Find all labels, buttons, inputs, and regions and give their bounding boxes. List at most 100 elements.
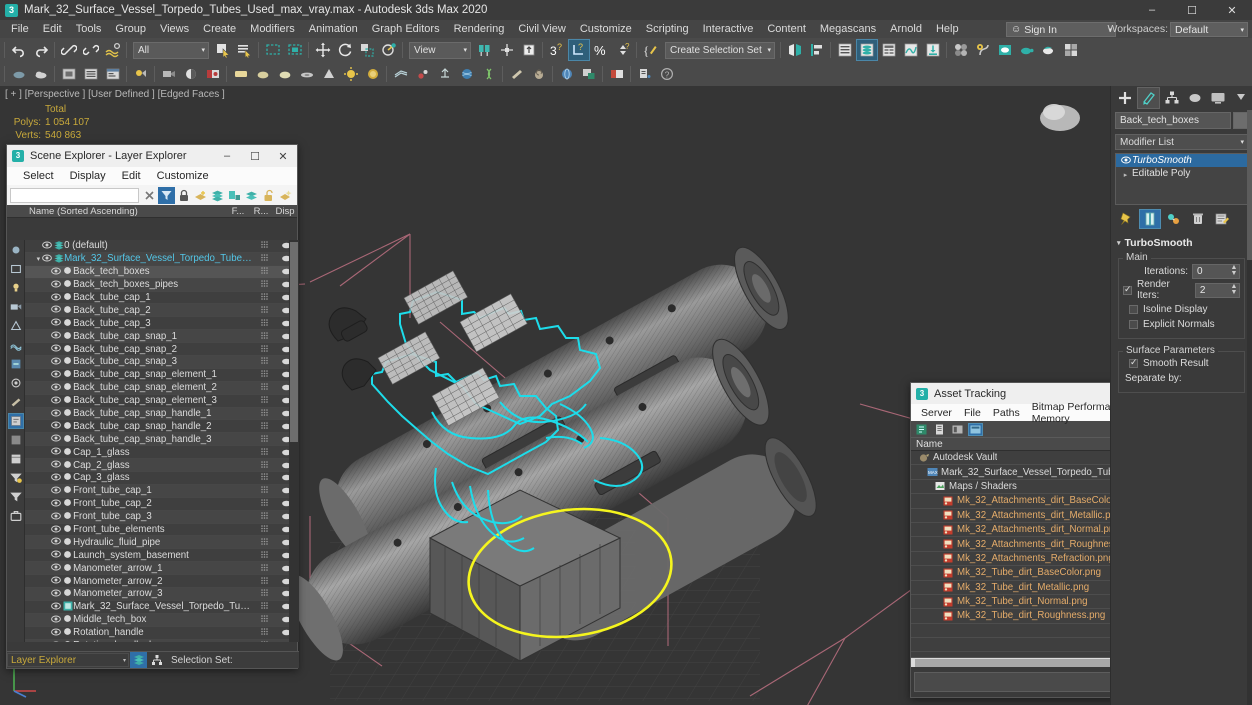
freeze-toggle-icon[interactable] <box>253 240 275 251</box>
window-crossing-toggle-icon[interactable] <box>284 39 306 61</box>
scene-explorer-maximize-button[interactable]: ☐ <box>241 145 269 167</box>
rollout-header[interactable]: ▾ TurboSmooth <box>1113 236 1250 250</box>
list-icon[interactable] <box>8 489 24 505</box>
camera-icon[interactable] <box>158 63 180 85</box>
select-and-rotate-icon[interactable] <box>334 39 356 61</box>
column-header-name[interactable]: Name (Sorted Ascending) <box>7 206 227 217</box>
cameras-icon[interactable] <box>8 299 24 315</box>
visibility-eye-icon[interactable] <box>49 473 62 483</box>
freeze-toggle-icon[interactable] <box>253 537 275 548</box>
highlight-layer-icon[interactable] <box>277 187 294 204</box>
unlock-icon[interactable] <box>260 187 277 204</box>
unlink-selection-icon[interactable] <box>80 39 102 61</box>
hierarchy-tab-icon[interactable] <box>1160 87 1183 109</box>
render-elements-icon[interactable] <box>202 63 224 85</box>
menu-item-create[interactable]: Create <box>196 21 243 37</box>
freeze-toggle-icon[interactable] <box>253 421 275 432</box>
scrollbar-thumb[interactable] <box>1247 110 1252 260</box>
bones-icon[interactable] <box>8 394 24 410</box>
scene-explorer-row[interactable]: Front_tube_cap_3 <box>25 510 299 524</box>
visibility-eye-icon[interactable] <box>49 357 62 367</box>
motion-tab-icon[interactable] <box>1183 87 1206 109</box>
layer-explorer-icon[interactable] <box>834 39 856 61</box>
toggle-ribbon-icon[interactable] <box>878 39 900 61</box>
scene-explorer-menu-display[interactable]: Display <box>62 169 114 183</box>
visibility-eye-icon[interactable] <box>49 486 62 496</box>
scene-explorer-row[interactable]: Rotation_handle <box>25 627 299 640</box>
freeze-toggle-icon[interactable] <box>253 447 275 458</box>
isoline-display-checkbox[interactable] <box>1129 305 1138 314</box>
freeze-toggle-icon[interactable] <box>253 524 275 535</box>
menu-item-graph-editors[interactable]: Graph Editors <box>365 21 447 37</box>
menu-item-scripting[interactable]: Scripting <box>639 21 696 37</box>
close-button[interactable]: ✕ <box>1212 0 1252 20</box>
display-tab-icon[interactable] <box>1206 87 1229 109</box>
freeze-toggle-icon[interactable] <box>253 460 275 471</box>
select-layer-icon[interactable] <box>226 187 243 204</box>
atom-icon[interactable] <box>412 63 434 85</box>
smooth-highlights-icon[interactable] <box>8 63 30 85</box>
visibility-eye-icon[interactable] <box>49 383 62 393</box>
scene-explorer-row[interactable]: Back_tube_cap_snap_element_3 <box>25 395 299 408</box>
undo-icon[interactable] <box>8 39 30 61</box>
freeze-toggle-icon[interactable] <box>253 498 275 509</box>
modifier-expand-arrow-icon[interactable]: ▸ <box>1119 169 1132 179</box>
scene-explorer-row[interactable]: Manometer_arrow_2 <box>25 575 299 589</box>
scene-explorer-row[interactable]: Front_tube_elements <box>25 524 299 537</box>
scene-explorer-menu-customize[interactable]: Customize <box>149 169 217 183</box>
scene-explorer-row[interactable]: ▾ Mark_32_Surface_Vessel_Torpedo_Tubes_Us… <box>25 252 299 266</box>
scene-explorer-row[interactable]: Back_tube_cap_snap_1 <box>25 330 299 344</box>
scene-explorer-row[interactable]: Back_tube_cap_snap_handle_3 <box>25 433 299 447</box>
configure-modifier-sets-icon[interactable] <box>1211 209 1233 229</box>
scene-explorer-row[interactable]: Back_tube_cap_snap_3 <box>25 356 299 369</box>
visibility-eye-icon[interactable] <box>49 293 62 303</box>
scene-explorer-row[interactable]: Back_tube_cap_snap_handle_1 <box>25 407 299 421</box>
menu-item-animation[interactable]: Animation <box>302 21 365 37</box>
isoline-display-row[interactable]: Isoline Display <box>1129 302 1240 317</box>
plane-icon[interactable] <box>296 63 318 85</box>
globe-icon[interactable] <box>556 63 578 85</box>
freeze-toggle-icon[interactable] <box>253 614 275 625</box>
rendered-frame-window-icon[interactable] <box>994 39 1016 61</box>
modifier-stack-item[interactable]: ▸ Editable Poly <box>1116 167 1247 180</box>
show-end-result-icon[interactable] <box>1139 209 1161 229</box>
scene-explorer-row[interactable]: Cap_2_glass <box>25 459 299 473</box>
cloud-icon[interactable] <box>30 63 52 85</box>
column-header-display[interactable]: Disp <box>273 206 297 217</box>
scene-explorer-window[interactable]: 3 Scene Explorer - Layer Explorer – ☐ ✕ … <box>6 144 299 669</box>
menu-item-rendering[interactable]: Rendering <box>447 21 512 37</box>
freeze-toggle-icon[interactable] <box>253 485 275 496</box>
angle-snap-toggle-icon[interactable]: ? <box>568 39 590 61</box>
particles-icon[interactable] <box>7 413 24 429</box>
scene-explorer-row[interactable]: Middle_tech_box <box>25 613 299 627</box>
sun-icon[interactable] <box>340 63 362 85</box>
list-view-icon[interactable] <box>932 423 947 436</box>
freeze-toggle-icon[interactable] <box>253 253 275 264</box>
visibility-eye-icon[interactable] <box>49 318 62 328</box>
render-iterative-icon[interactable] <box>1038 39 1060 61</box>
spinner-arrows-icon[interactable]: ▲ ▼ <box>1229 264 1239 277</box>
scene-explorer-titlebar[interactable]: 3 Scene Explorer - Layer Explorer – ☐ ✕ <box>7 145 297 167</box>
visibility-eye-icon[interactable] <box>49 525 62 535</box>
named-selection-set-select[interactable]: Create Selection Set ▾ <box>665 41 775 59</box>
freeze-toggle-icon[interactable] <box>253 601 275 612</box>
select-by-name-icon[interactable] <box>234 39 256 61</box>
scrollbar-thumb[interactable] <box>290 242 298 442</box>
earth-icon[interactable] <box>456 63 478 85</box>
modifier-stack-item[interactable]: TurboSmooth <box>1116 154 1247 167</box>
asset-tracking-icon[interactable] <box>578 63 600 85</box>
visibility-eye-icon[interactable] <box>49 615 62 625</box>
freeze-toggle-icon[interactable] <box>253 344 275 355</box>
select-object-icon[interactable] <box>212 39 234 61</box>
select-and-place-icon[interactable] <box>378 39 400 61</box>
pin-stack-icon[interactable] <box>1115 209 1137 229</box>
freeze-toggle-icon[interactable] <box>253 369 275 380</box>
explicit-normals-row[interactable]: Explicit Normals <box>1129 317 1240 332</box>
box-icon[interactable] <box>8 508 24 524</box>
scene-explorer-icon[interactable] <box>856 39 878 61</box>
iterations-spinner[interactable]: 0 ▲ ▼ <box>1192 263 1240 279</box>
scene-explorer-row[interactable]: Back_tech_boxes_pipes <box>25 278 299 292</box>
visibility-eye-icon[interactable] <box>49 460 62 470</box>
menu-item-tools[interactable]: Tools <box>69 21 109 37</box>
visibility-eye-icon[interactable] <box>49 305 62 315</box>
